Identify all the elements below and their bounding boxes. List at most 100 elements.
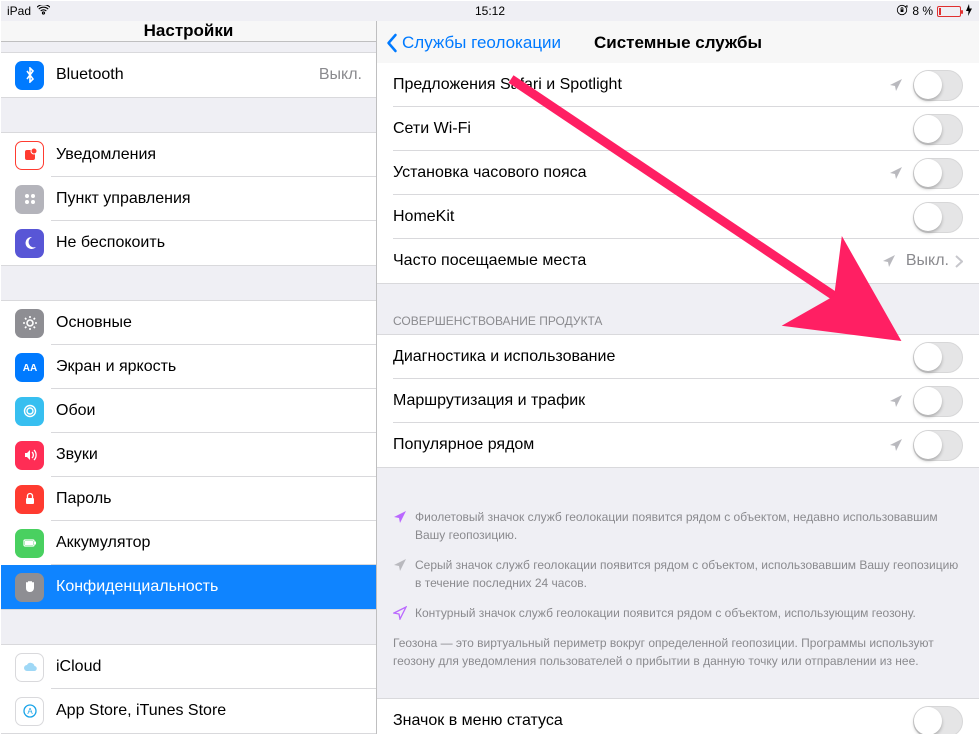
row-label: Диагностика и использование — [393, 348, 913, 366]
row-wifi-networks[interactable]: Сети Wi-Fi — [377, 107, 979, 151]
sidebar-item-sounds[interactable]: Звуки — [1, 433, 376, 477]
right-title: Системные службы — [594, 33, 762, 53]
svg-text:AA: AA — [22, 363, 36, 374]
sidebar-item-label: Bluetooth — [56, 66, 319, 84]
footer-note-text: Контурный значок служб геолокации появит… — [415, 604, 916, 622]
sidebar-item-battery[interactable]: Аккумулятор — [1, 521, 376, 565]
row-label: Сети Wi-Fi — [393, 120, 913, 138]
sidebar-item-icloud[interactable]: iCloud — [1, 645, 376, 689]
row-value: Выкл. — [906, 252, 949, 270]
appstore-icon: A — [15, 697, 44, 726]
sidebar-item-display[interactable]: AA Экран и яркость — [1, 345, 376, 389]
row-label: Популярное рядом — [393, 436, 889, 454]
sidebar-item-label: Уведомления — [56, 146, 362, 164]
location-icon — [882, 254, 896, 268]
battery-icon — [15, 529, 44, 558]
toggle-switch[interactable] — [913, 114, 963, 145]
sidebar-item-wallpaper[interactable]: Обои — [1, 389, 376, 433]
location-icon — [393, 510, 407, 524]
battery-percent: 8 % — [912, 4, 933, 18]
notifications-icon — [15, 141, 44, 170]
wifi-icon — [37, 4, 50, 18]
row-frequent-places[interactable]: Часто посещаемые места Выкл. — [377, 239, 979, 283]
clock: 15:12 — [475, 4, 505, 18]
moon-icon — [15, 229, 44, 258]
cloud-icon — [15, 653, 44, 682]
sidebar-item-label: Обои — [56, 402, 362, 420]
row-timezone[interactable]: Установка часового пояса — [377, 151, 979, 195]
sidebar-item-dnd[interactable]: Не беспокоить — [1, 221, 376, 265]
control-center-icon — [15, 185, 44, 214]
footer-note-text: Фиолетовый значок служб геолокации появи… — [415, 508, 963, 544]
location-icon — [889, 394, 903, 408]
settings-sidebar: Настройки Bluetooth Выкл. Уведомления — [1, 21, 377, 734]
footer-note-text: Серый значок служб геолокации появится р… — [415, 556, 963, 592]
status-bar: iPad 15:12 8 % — [1, 1, 979, 21]
back-label: Службы геолокации — [402, 33, 561, 53]
footer-note: Фиолетовый значок служб геолокации появи… — [393, 508, 963, 544]
toggle-switch[interactable] — [913, 706, 963, 735]
lock-icon — [15, 485, 44, 514]
detail-pane: Службы геолокации Системные службы Предл… — [377, 21, 979, 734]
toggle-switch[interactable] — [913, 342, 963, 373]
right-header: Службы геолокации Системные службы — [377, 21, 979, 65]
back-button[interactable]: Службы геолокации — [385, 33, 561, 53]
battery-icon — [937, 6, 961, 17]
toggle-switch[interactable] — [913, 202, 963, 233]
sidebar-item-label: Основные — [56, 314, 362, 332]
section-header: СОВЕРШЕНСТВОВАНИЕ ПРОДУКТА — [377, 314, 979, 334]
footer-plain-text: Геозона — это виртуальный периметр вокру… — [393, 634, 963, 670]
row-homekit[interactable]: HomeKit — [377, 195, 979, 239]
row-label: Установка часового пояса — [393, 164, 889, 182]
bluetooth-icon — [15, 61, 44, 90]
location-icon — [889, 166, 903, 180]
row-routing-traffic[interactable]: Маршрутизация и трафик — [377, 379, 979, 423]
sidebar-item-bluetooth[interactable]: Bluetooth Выкл. — [1, 53, 376, 97]
sidebar-item-label: Звуки — [56, 446, 362, 464]
svg-text:A: A — [27, 707, 33, 716]
toggle-switch[interactable] — [913, 70, 963, 101]
sidebar-item-label: Конфиденциальность — [56, 578, 362, 596]
sidebar-item-label: Пункт управления — [56, 190, 362, 208]
footer-note: Серый значок служб геолокации появится р… — [393, 556, 963, 592]
sidebar-item-control-center[interactable]: Пункт управления — [1, 177, 376, 221]
chevron-right-icon — [955, 255, 963, 268]
sidebar-item-label: Пароль — [56, 490, 362, 508]
location-icon — [889, 438, 903, 452]
sidebar-item-privacy[interactable]: Конфиденциальность — [1, 565, 376, 609]
sidebar-item-notifications[interactable]: Уведомления — [1, 133, 376, 177]
sidebar-item-passcode[interactable]: Пароль — [1, 477, 376, 521]
sidebar-item-label: Аккумулятор — [56, 534, 362, 552]
row-safari-spotlight[interactable]: Предложения Safari и Spotlight — [377, 63, 979, 107]
toggle-switch[interactable] — [913, 430, 963, 461]
row-diagnostics[interactable]: Диагностика и использование — [377, 335, 979, 379]
hand-icon — [15, 573, 44, 602]
gear-icon — [15, 309, 44, 338]
row-label: Маршрутизация и трафик — [393, 392, 889, 410]
sidebar-item-label: App Store, iTunes Store — [56, 702, 362, 720]
sidebar-item-label: Не беспокоить — [56, 234, 362, 252]
left-header: Настройки — [1, 21, 376, 42]
location-icon — [889, 78, 903, 92]
wallpaper-icon — [15, 397, 44, 426]
orientation-lock-icon — [896, 4, 908, 19]
toggle-switch[interactable] — [913, 386, 963, 417]
sidebar-item-appstore[interactable]: A App Store, iTunes Store — [1, 689, 376, 733]
display-icon: AA — [15, 353, 44, 382]
row-label: Часто посещаемые места — [393, 252, 882, 270]
sidebar-item-general[interactable]: Основные — [1, 301, 376, 345]
row-status-icon[interactable]: Значок в меню статуса — [377, 699, 979, 734]
row-label: Предложения Safari и Spotlight — [393, 76, 889, 94]
location-icon — [393, 558, 407, 572]
row-label: Значок в меню статуса — [393, 712, 913, 730]
location-icon — [393, 606, 407, 620]
footer-notes: Фиолетовый значок служб геолокации появи… — [377, 498, 979, 670]
settings-window: iPad 15:12 8 % Настройки Bluetooth Выкл. — [0, 0, 980, 735]
sidebar-item-value: Выкл. — [319, 66, 362, 84]
sidebar-item-label: iCloud — [56, 658, 362, 676]
charging-icon — [965, 4, 973, 19]
sounds-icon — [15, 441, 44, 470]
row-popular-nearby[interactable]: Популярное рядом — [377, 423, 979, 467]
footer-note: Контурный значок служб геолокации появит… — [393, 604, 963, 622]
toggle-switch[interactable] — [913, 158, 963, 189]
